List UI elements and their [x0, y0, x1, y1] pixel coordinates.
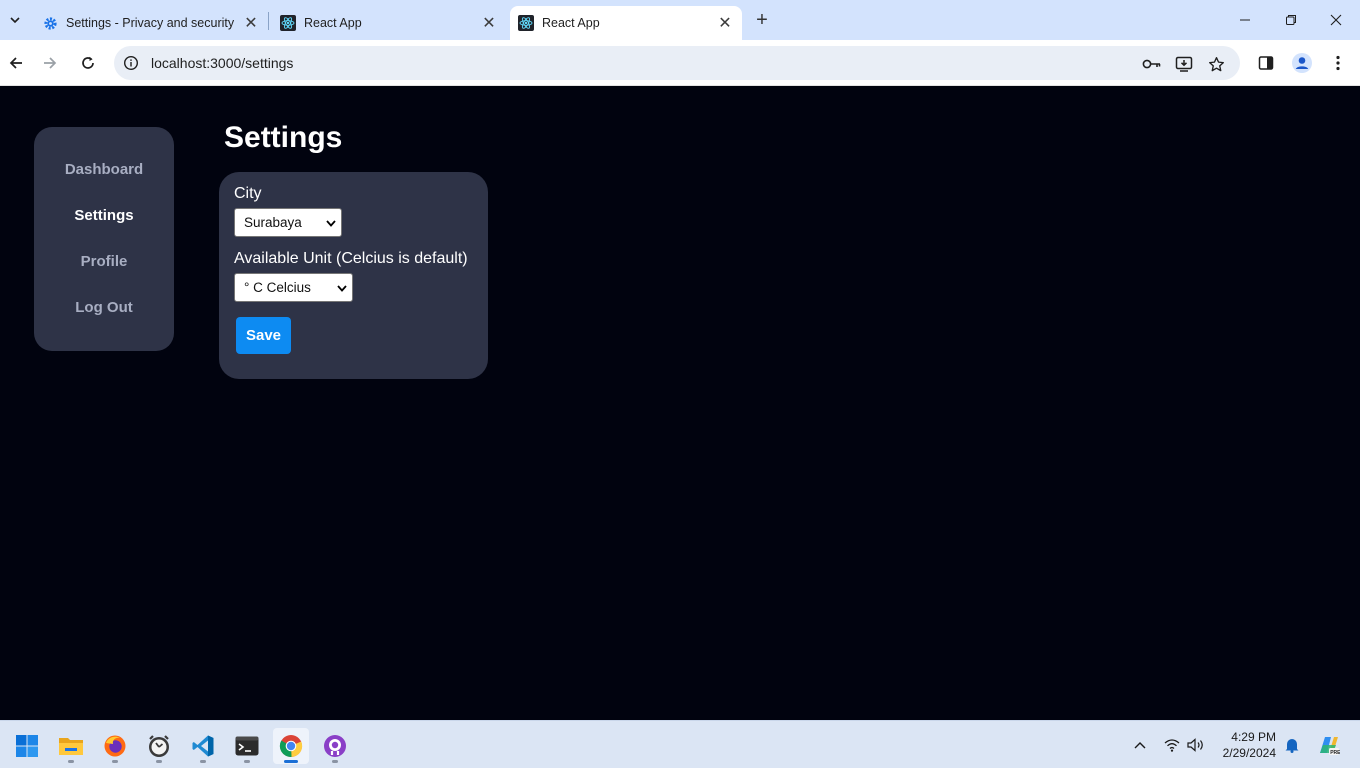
close-icon[interactable]: ✕	[480, 14, 498, 32]
react-icon	[280, 15, 296, 31]
bell-icon	[1285, 739, 1299, 753]
minimize-button[interactable]	[1231, 8, 1259, 32]
forward-button[interactable]	[38, 51, 62, 75]
copilot-button[interactable]: PRE	[1316, 733, 1340, 757]
side-panel-icon	[1258, 56, 1274, 70]
wifi-status[interactable]	[1162, 735, 1182, 755]
avatar-icon	[1292, 53, 1312, 73]
close-icon[interactable]: ✕	[242, 14, 260, 32]
running-indicator	[332, 760, 338, 763]
new-tab-button[interactable]: +	[750, 8, 774, 32]
city-select-value: Surabaya	[244, 215, 302, 230]
key-icon[interactable]	[1142, 54, 1162, 74]
sidebar: Dashboard Settings Profile Log Out	[34, 127, 174, 351]
taskbar-firefox[interactable]	[97, 728, 133, 764]
browser-toolbar: localhost:3000/settings	[0, 40, 1360, 86]
restore-button[interactable]	[1277, 8, 1305, 32]
tab-search-button[interactable]	[4, 8, 26, 32]
clock-app-icon	[149, 735, 169, 757]
taskbar-chrome[interactable]	[273, 728, 309, 764]
speaker-icon	[1187, 738, 1203, 752]
tab-title: Settings - Privacy and security	[66, 16, 235, 30]
taskbar-file-explorer[interactable]	[53, 728, 89, 764]
plus-icon: +	[756, 8, 768, 31]
sidebar-item-settings[interactable]: Settings	[34, 207, 174, 224]
chevron-down-icon	[325, 216, 337, 230]
start-button[interactable]	[9, 728, 45, 764]
profile-button[interactable]	[1290, 51, 1314, 75]
tab-strip: Settings - Privacy and security ✕ React …	[0, 0, 1360, 40]
clock-time: 4:29 PM	[1231, 730, 1276, 744]
arrow-left-icon	[9, 57, 22, 69]
notifications-button[interactable]	[1282, 735, 1302, 755]
close-icon	[1330, 14, 1342, 26]
unit-label: Available Unit (Celcius is default)	[234, 250, 468, 267]
chevron-up-icon	[1134, 742, 1146, 749]
react-icon	[518, 15, 534, 31]
side-panel-button[interactable]	[1254, 51, 1278, 75]
url-text: localhost:3000/settings	[151, 55, 294, 71]
terminal-icon	[235, 736, 259, 756]
close-icon[interactable]: ✕	[716, 14, 734, 32]
tab-title: React App	[542, 16, 600, 30]
tab-settings-privacy[interactable]: Settings - Privacy and security ✕	[34, 6, 268, 40]
system-clock[interactable]: 4:29 PM 2/29/2024	[1214, 729, 1276, 761]
page-title: Settings	[224, 121, 343, 154]
site-info-icon[interactable]	[122, 54, 140, 72]
chevron-down-icon	[10, 17, 20, 24]
show-hidden-icons-button[interactable]	[1130, 735, 1150, 755]
windows-start-icon	[16, 735, 38, 757]
unit-select[interactable]: ° C Celcius	[234, 273, 353, 302]
close-window-button[interactable]	[1322, 8, 1350, 32]
unit-select-value: ° C Celcius	[244, 280, 311, 295]
tab-react-app-active[interactable]: React App ✕	[510, 6, 742, 40]
sidebar-item-profile[interactable]: Profile	[34, 253, 174, 270]
gear-icon	[42, 15, 58, 31]
running-indicator	[156, 760, 162, 763]
tab-divider	[268, 12, 269, 30]
address-bar[interactable]: localhost:3000/settings	[114, 46, 1240, 80]
restore-icon	[1286, 15, 1296, 25]
chrome-icon	[279, 735, 303, 758]
kebab-menu-icon	[1336, 55, 1340, 71]
taskbar-terminal[interactable]	[229, 728, 265, 764]
sidebar-item-dashboard[interactable]: Dashboard	[34, 161, 174, 178]
arrow-right-icon	[44, 57, 57, 69]
taskbar: 4:29 PM 2/29/2024 PRE	[0, 720, 1360, 768]
github-desktop-icon	[324, 735, 346, 757]
save-button[interactable]: Save	[236, 317, 291, 354]
running-indicator	[284, 760, 298, 763]
chevron-down-icon	[336, 281, 348, 295]
volume-control[interactable]	[1186, 735, 1206, 755]
tab-title: React App	[304, 16, 362, 30]
wifi-icon	[1164, 739, 1180, 752]
back-button[interactable]	[4, 51, 28, 75]
city-label: City	[234, 185, 262, 202]
install-app-icon[interactable]	[1174, 54, 1194, 74]
svg-text:PRE: PRE	[1330, 750, 1340, 756]
taskbar-github-desktop[interactable]	[317, 728, 353, 764]
reload-icon	[82, 56, 94, 69]
tab-react-app[interactable]: React App ✕	[272, 6, 506, 40]
sidebar-item-logout[interactable]: Log Out	[34, 299, 174, 316]
running-indicator	[68, 760, 74, 763]
reload-button[interactable]	[76, 51, 100, 75]
clock-date: 2/29/2024	[1222, 746, 1276, 760]
settings-card: City Surabaya Available Unit (Celcius is…	[219, 172, 488, 379]
firefox-icon	[104, 735, 126, 757]
running-indicator	[200, 760, 206, 763]
file-explorer-icon	[59, 738, 83, 755]
running-indicator	[244, 760, 250, 763]
taskbar-vscode[interactable]	[185, 728, 221, 764]
minimize-icon	[1240, 19, 1250, 21]
taskbar-clock-app[interactable]	[141, 728, 177, 764]
city-select[interactable]: Surabaya	[234, 208, 342, 237]
vscode-icon	[192, 735, 214, 757]
running-indicator	[112, 760, 118, 763]
star-icon[interactable]	[1206, 54, 1226, 74]
menu-button[interactable]	[1326, 51, 1350, 75]
copilot-icon: PRE	[1320, 737, 1340, 756]
